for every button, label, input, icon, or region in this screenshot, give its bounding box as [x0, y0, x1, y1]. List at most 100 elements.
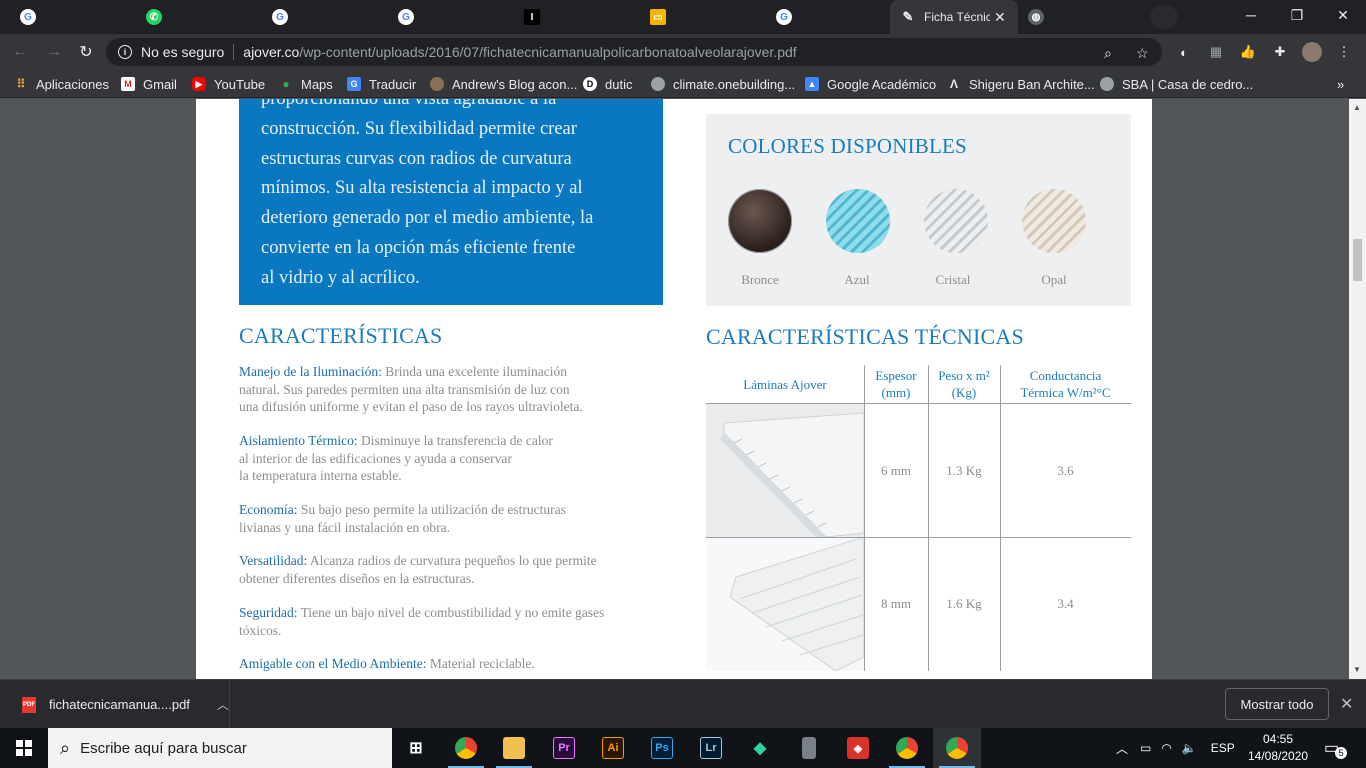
taskbar-chrome[interactable] [442, 728, 490, 768]
taskbar-chrome-2[interactable] [883, 728, 931, 768]
info-icon[interactable]: i [118, 45, 132, 59]
sheet-image-8mm [706, 536, 865, 672]
wifi-icon[interactable]: ◠ [1161, 741, 1171, 755]
reload-button[interactable]: ↻ [74, 40, 98, 64]
cell-peso-6: 1.3 Kg [946, 463, 982, 478]
bookmark-star-icon[interactable]: ☆ [1136, 45, 1149, 62]
pdf-scrollbar[interactable]: ▲ ▼ [1349, 99, 1366, 679]
pdf-viewer[interactable]: proporcionando una vista agradable a la … [0, 99, 1366, 679]
bookmark-label: Google Académico [827, 76, 937, 92]
feature-medio-ambiente: Amigable con el Medio Ambiente: Material… [239, 655, 669, 673]
back-button[interactable]: ← [8, 40, 32, 64]
bookmark-dutic[interactable]: D dutic [583, 76, 632, 92]
forward-button[interactable]: → [42, 40, 66, 64]
show-all-button[interactable]: Mostrar todo [1225, 688, 1329, 720]
bookmark-sba[interactable]: SBA | Casa de cedro... [1100, 76, 1253, 92]
scroll-up-arrow[interactable]: ▲ [1353, 103, 1361, 112]
tab-google-3[interactable]: G [392, 0, 420, 34]
cell-espesor-8: 8 mm [881, 596, 911, 611]
notifications-button[interactable]: ▭ 5 [1324, 728, 1348, 768]
col-header-conductancia: Conductancia Térmica W/m²°C [1020, 368, 1111, 400]
bookmark-traducir[interactable]: G Traducir [347, 76, 416, 92]
download-file-name[interactable]: fichatecnicamanua....pdf [49, 697, 190, 712]
taskbar-archive[interactable] [785, 728, 833, 768]
search-placeholder: Escribe aquí para buscar [80, 739, 247, 757]
taskbar-search[interactable]: ⌕ Escribe aquí para buscar [48, 728, 392, 768]
close-window-button[interactable]: ✕ [1320, 0, 1366, 30]
taskbar-chrome-active[interactable] [933, 728, 981, 768]
zoom-icon[interactable]: ⌕ [1104, 45, 1112, 62]
tab-google-4[interactable]: G [770, 0, 798, 34]
show-hidden-icons-icon[interactable]: ︿ [1116, 740, 1128, 757]
maximize-button[interactable]: ❐ [1274, 0, 1320, 30]
tab-instapaper[interactable]: I [518, 0, 546, 34]
tab-google-2[interactable]: G [266, 0, 294, 34]
taskbar-clock[interactable]: 04:55 14/08/2020 [1248, 731, 1308, 765]
feature-text: natural. Sus paredes permiten una alta t… [239, 381, 570, 397]
task-view-button[interactable]: ⊞ [392, 728, 440, 768]
taskbar-lightroom[interactable]: Lr [687, 728, 735, 768]
download-item[interactable]: PDF fichatecnicamanua....pdf ︿ [0, 680, 230, 729]
bookmark-apps[interactable]: ⠿ Aplicaciones [14, 76, 109, 92]
scroll-down-arrow[interactable]: ▼ [1353, 665, 1361, 674]
url-host[interactable]: ajover.co [243, 44, 299, 60]
bookmark-label: Traducir [369, 76, 417, 92]
extensions-puzzle-icon[interactable]: ✚ [1272, 44, 1288, 60]
tab-slides[interactable]: ▭ [644, 0, 672, 34]
address-bar[interactable]: i No es seguro ajover.co/wp-content/uplo… [106, 38, 1162, 66]
bookmark-shigeru[interactable]: Λ Shigeru Ban Archite... [947, 76, 1095, 92]
globe-icon [651, 77, 665, 91]
instapaper-icon: I [524, 9, 540, 25]
volume-icon[interactable]: 🔈 [1182, 741, 1197, 755]
bookmark-label: climate.onebuilding... [673, 76, 796, 92]
color-label: Azul [844, 272, 870, 287]
polycarbonate-sheet-8mm-illustration [729, 536, 865, 672]
task-view-icon: ⊞ [409, 740, 423, 757]
bookmark-scholar[interactable]: ▲ Google Académico [805, 76, 936, 92]
battery-icon[interactable]: ▭ [1140, 741, 1151, 755]
more-bookmarks-button[interactable]: » [1337, 76, 1344, 92]
grid-extension-icon[interactable]: ▦ [1208, 44, 1224, 60]
tab-google-1[interactable]: G [14, 0, 42, 34]
taskbar-file-explorer[interactable] [490, 728, 538, 768]
taskbar-photoshop[interactable]: Ps [638, 728, 686, 768]
profile-circle[interactable] [1150, 5, 1178, 29]
url-path[interactable]: /wp-content/uploads/2016/07/fichatecnica… [299, 44, 796, 60]
chevron-up-icon[interactable]: ︿ [217, 696, 229, 713]
taskbar-sketchup[interactable]: ◈ [834, 728, 882, 768]
bookmark-climate[interactable]: climate.onebuilding... [651, 76, 795, 92]
archdaily-icon: Λ [949, 77, 958, 91]
bookmark-label: Shigeru Ban Archite... [969, 76, 1095, 92]
bookmark-maps[interactable]: ● Maps [279, 76, 333, 92]
bookmark-andrews-blog[interactable]: Andrew's Blog acon... [430, 76, 577, 92]
sketchup-icon: ◈ [847, 737, 869, 759]
close-tab-icon[interactable]: ✕ [994, 9, 1006, 26]
menu-kebab-icon[interactable]: ⋮ [1336, 44, 1352, 60]
taskbar-sourcetree[interactable]: ◆ [736, 728, 784, 768]
polycarbonate-sheet-6mm-illustration [720, 412, 865, 538]
bookmark-label: Maps [301, 76, 333, 92]
minimize-button[interactable]: ─ [1228, 0, 1274, 30]
security-label[interactable]: No es seguro [141, 44, 224, 60]
tab-whatsapp[interactable]: ✆ [140, 0, 168, 34]
pdf-page: proporcionando una vista agradable a la … [196, 99, 1152, 679]
start-button[interactable] [0, 728, 48, 768]
bookmark-gmail[interactable]: M Gmail [121, 76, 177, 92]
close-download-bar-icon[interactable]: ✕ [1340, 694, 1353, 714]
omnibox-divider [233, 44, 235, 60]
language-indicator[interactable]: ESP [1211, 741, 1235, 755]
taskbar-illustrator[interactable]: Ai [589, 728, 637, 768]
dark-mode-extension-icon[interactable]: ◐ [1176, 44, 1192, 60]
tab-globe[interactable]: ◍ [1022, 0, 1050, 34]
google-icon: G [398, 9, 414, 25]
taskbar-premiere[interactable]: Pr [540, 728, 588, 768]
search-icon: ⌕ [60, 737, 71, 758]
scroll-thumb[interactable] [1353, 239, 1362, 281]
color-label: Cristal [935, 272, 971, 287]
tab-active-ficha[interactable]: ✎ Ficha Técnic ✕ [890, 0, 1018, 34]
bookmark-youtube[interactable]: ▶ YouTube [192, 76, 265, 92]
profile-avatar[interactable] [1302, 42, 1322, 62]
intro-text: proporcionando una vista agradable a la … [261, 99, 651, 294]
intro-line: deterioro generado por el medio ambiente… [261, 208, 594, 229]
thumbs-up-extension-icon[interactable]: 👍 [1240, 44, 1256, 60]
